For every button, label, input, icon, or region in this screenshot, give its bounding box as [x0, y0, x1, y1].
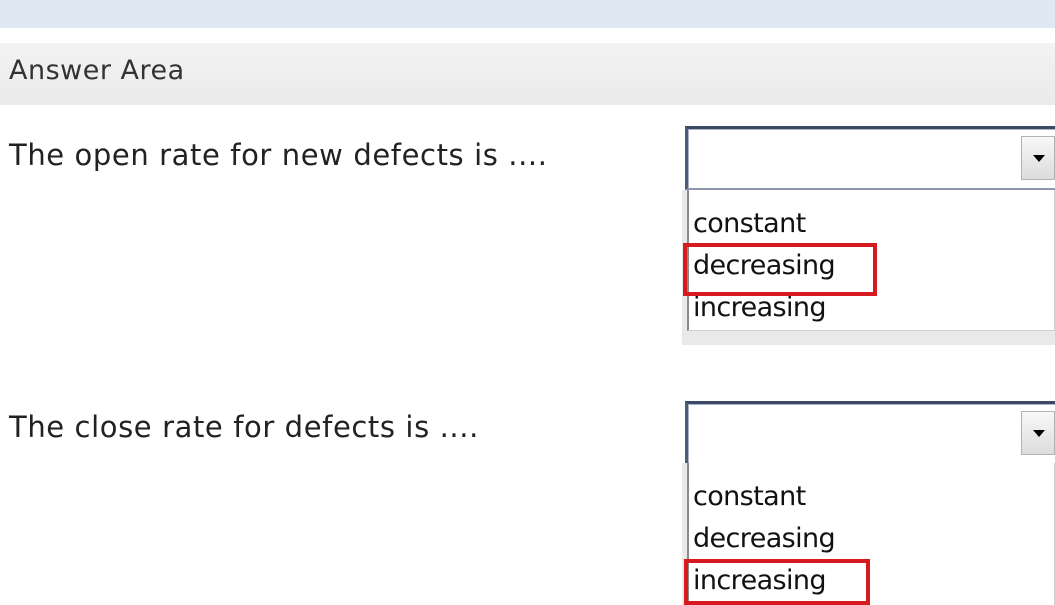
question-1-label: The open rate for new defects is .... — [9, 138, 548, 172]
chevron-down-icon — [1033, 430, 1045, 437]
question-1-option-constant[interactable]: constant — [693, 204, 806, 244]
question-1-answer-highlight — [683, 243, 877, 296]
question-2-dropdown-button[interactable] — [1021, 411, 1055, 455]
question-2-label: The close rate for defects is .... — [9, 410, 479, 444]
top-bar — [0, 0, 1055, 28]
answer-area-title: Answer Area — [9, 55, 185, 86]
question-2-option-decreasing[interactable]: decreasing — [693, 519, 836, 559]
question-2-answer-highlight — [684, 559, 870, 605]
chevron-down-icon — [1033, 155, 1045, 162]
question-1-dropdown-button[interactable] — [1021, 136, 1055, 180]
question-2-dropdown[interactable] — [685, 401, 1055, 465]
question-1-dropdown[interactable] — [685, 126, 1055, 190]
question-2-option-constant[interactable]: constant — [693, 477, 806, 517]
